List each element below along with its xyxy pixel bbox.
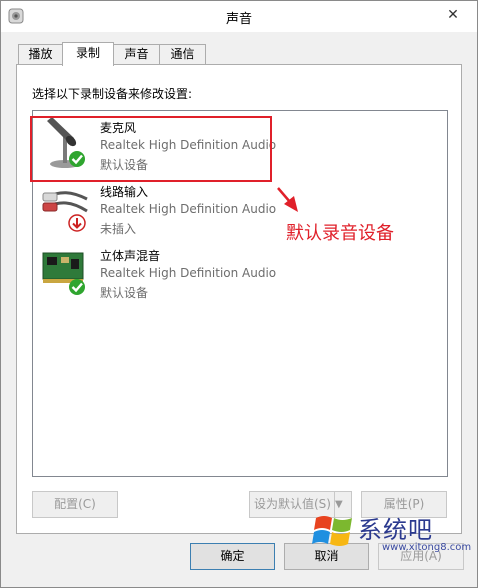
instruction-text: 选择以下录制设备来修改设置: — [32, 87, 193, 101]
device-status: 未插入 — [100, 222, 137, 236]
device-driver: Realtek High Definition Audio — [100, 202, 277, 216]
tab-sounds[interactable]: 声音 — [113, 44, 160, 65]
device-name: 线路输入 — [100, 185, 149, 199]
title-bar: 声音 ✕ — [1, 1, 477, 32]
windows-logo-icon — [312, 516, 352, 546]
tab-recording[interactable]: 录制 — [62, 42, 114, 66]
close-icon: ✕ — [447, 7, 459, 23]
sound-dialog: 声音 ✕ 播放 录制 声音 通信 选择以下录制设备来修改设置: 麦克风 Real… — [0, 0, 478, 588]
annotation-arrow-icon — [277, 187, 298, 212]
watermark-logo: 系统吧 www.xitong8.com — [306, 504, 471, 558]
watermark-url: www.xitong8.com — [382, 542, 472, 553]
ok-button[interactable]: 确定 — [190, 543, 275, 570]
window-title: 声音 — [225, 12, 252, 27]
close-button[interactable]: ✕ — [441, 5, 465, 25]
line-in-cable-icon — [42, 191, 88, 232]
annotation-label: 默认录音设备 — [286, 223, 394, 244]
annotation-highlight-box — [30, 116, 272, 182]
device-item-stereo-mix[interactable]: 立体声混音 Realtek High Definition Audio 默认设备 — [37, 243, 437, 301]
tab-communications[interactable]: 通信 — [159, 44, 206, 65]
tab-playback[interactable]: 播放 — [18, 44, 63, 65]
sound-card-icon — [42, 252, 85, 295]
device-name: 立体声混音 — [100, 249, 161, 263]
device-status: 默认设备 — [100, 286, 149, 300]
watermark-brand: 系统吧 — [358, 516, 433, 544]
configure-button[interactable]: 配置(C) — [32, 491, 118, 518]
device-driver: Realtek High Definition Audio — [100, 266, 277, 280]
